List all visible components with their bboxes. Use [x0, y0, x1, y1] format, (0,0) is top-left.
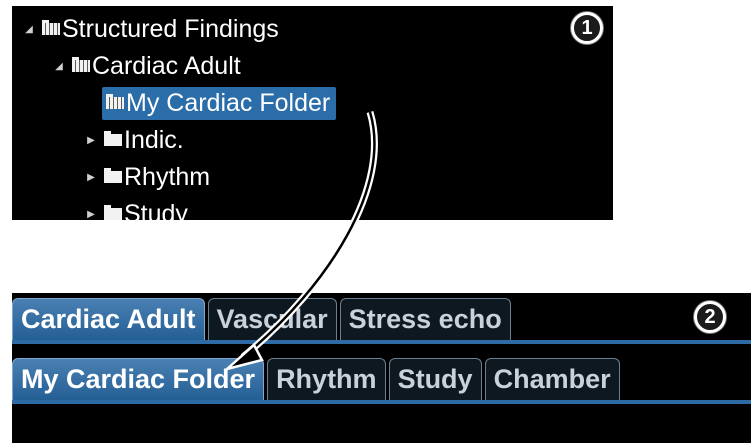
tab-row-bottom: My Cardiac Folder Rhythm Study Chamber [12, 358, 623, 400]
tree-item-label: Cardiac Adult [92, 51, 241, 80]
expanded-triangle-icon[interactable]: ◢ [22, 24, 36, 35]
callout-badge-1: 1 [571, 12, 603, 44]
tab-study[interactable]: Study [388, 358, 482, 400]
tree-item-my-cardiac-folder[interactable]: My Cardiac Folder [102, 86, 337, 120]
folder-icon [72, 57, 90, 72]
collapsed-triangle-icon[interactable]: ▶ [84, 209, 98, 220]
tab-vascular[interactable]: Vascular [207, 298, 337, 340]
expanded-triangle-icon[interactable]: ◢ [52, 61, 66, 72]
tab-row-divider [12, 340, 751, 344]
tab-cardiac-adult[interactable]: Cardiac Adult [12, 298, 205, 340]
tab-my-cardiac-folder[interactable]: My Cardiac Folder [12, 358, 265, 400]
tab-rhythm[interactable]: Rhythm [267, 358, 386, 400]
folder-icon [104, 205, 122, 220]
selected-highlight: My Cardiac Folder [102, 86, 337, 120]
callout-badge-2: 2 [694, 301, 726, 333]
tree-item-label: Indic. [124, 125, 184, 154]
folder-icon [104, 168, 122, 183]
tree-item-cardiac-adult[interactable]: ◢ Cardiac Adult [52, 51, 241, 81]
tree-item-rhythm[interactable]: ▶ Rhythm [84, 162, 210, 192]
collapsed-triangle-icon[interactable]: ▶ [84, 172, 98, 183]
tree-item-label: Structured Findings [62, 14, 279, 43]
tree-item-label: Study [124, 199, 188, 221]
tree-item-label: My Cardiac Folder [126, 88, 331, 117]
tree-item-structured-findings[interactable]: ◢ Structured Findings [22, 14, 279, 44]
findings-tree-panel: ◢ Structured Findings ◢ Cardiac Adult My… [12, 6, 613, 220]
tab-chamber[interactable]: Chamber [484, 358, 620, 400]
folder-icon [106, 94, 124, 109]
tabs-panel: Cardiac Adult Vascular Stress echo My Ca… [12, 293, 751, 443]
folder-icon [104, 131, 122, 146]
tree-item-indic[interactable]: ▶ Indic. [84, 125, 184, 155]
folder-icon [42, 20, 60, 35]
tab-row-top: Cardiac Adult Vascular Stress echo [12, 298, 514, 340]
tab-row-divider [12, 400, 751, 404]
tree-item-study[interactable]: ▶ Study [84, 199, 188, 220]
tab-stress-echo[interactable]: Stress echo [339, 298, 511, 340]
collapsed-triangle-icon[interactable]: ▶ [84, 135, 98, 146]
tree-item-label: Rhythm [124, 162, 211, 191]
